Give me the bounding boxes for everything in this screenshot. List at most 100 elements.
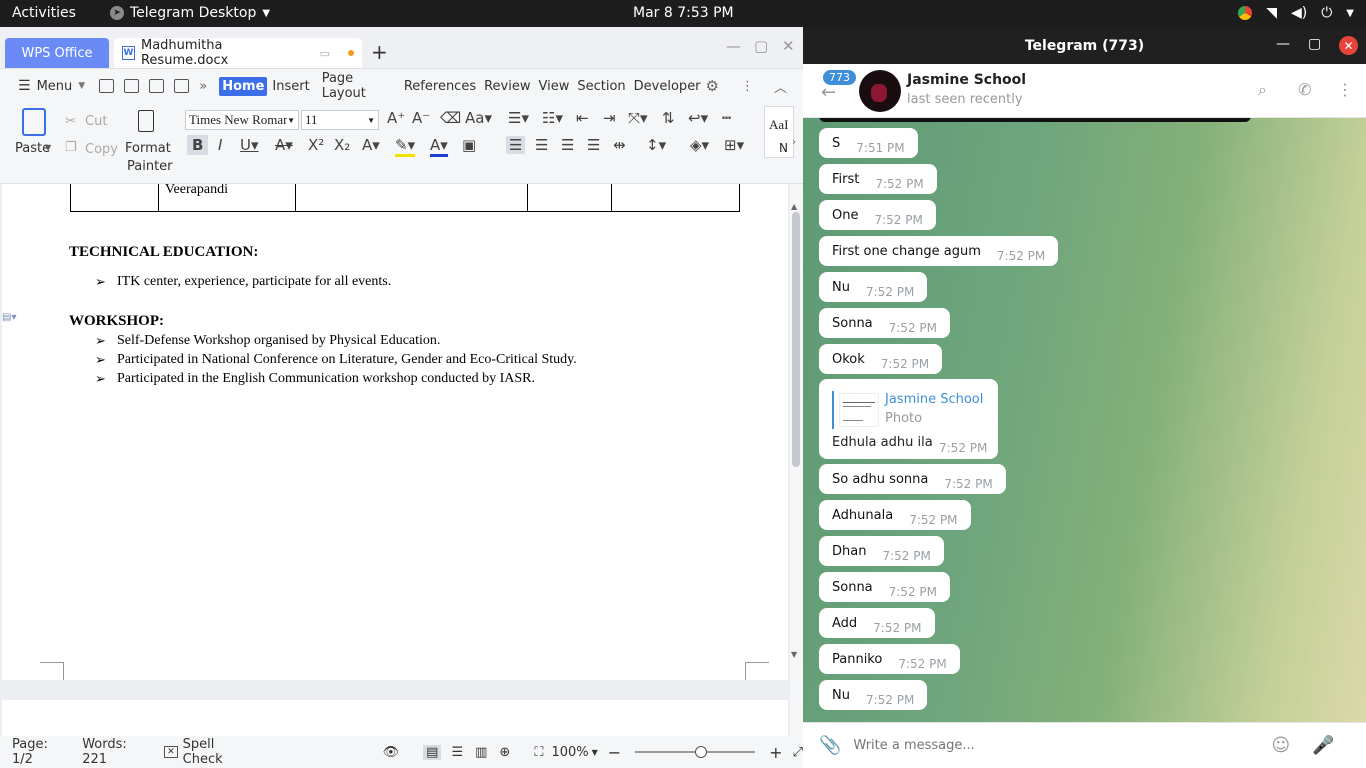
wps-office-tab[interactable]: WPS Office [5, 38, 109, 68]
font-family-select[interactable]: Times New Roman ▼ [185, 110, 299, 130]
open-folder-icon[interactable] [99, 79, 115, 93]
asian-layout-icon[interactable]: ⤧▾ [628, 109, 648, 127]
message-bubble[interactable]: Dhan 7:52 PM [819, 536, 944, 566]
eye-icon[interactable]: 👁 [383, 745, 400, 760]
ribbon-scroll-right-icon[interactable]: › [792, 137, 796, 148]
more-tools-icon[interactable]: » [199, 79, 207, 94]
shrink-font-icon[interactable]: A⁻ [412, 109, 430, 127]
strikethrough-button[interactable]: A▾ [275, 136, 293, 154]
microphone-icon[interactable]: 🎤 [1312, 735, 1334, 756]
message-bubble[interactable]: First one change agum 7:52 PM [819, 236, 1059, 266]
emoji-icon[interactable]: ☺ [1271, 735, 1290, 756]
avatar[interactable] [859, 70, 901, 112]
message-bubble[interactable]: Adhunala 7:52 PM [819, 500, 971, 530]
document-tab[interactable]: W Madhumitha Resume.docx ▭ [114, 38, 362, 68]
settings-icon[interactable]: ⚙ [706, 77, 719, 95]
zoom-out-button[interactable]: − [608, 743, 621, 762]
fullscreen-icon[interactable]: ⤢ [793, 745, 803, 760]
web-view-icon[interactable]: ⊕ [499, 745, 510, 760]
zoom-slider-knob[interactable] [695, 746, 708, 758]
text-direction-icon[interactable]: ↩▾ [688, 109, 708, 127]
close-icon[interactable]: ✕ [782, 37, 795, 55]
zoom-slider[interactable] [635, 746, 756, 758]
message-bubble[interactable]: Sonna 7:52 PM [819, 308, 951, 338]
close-icon[interactable]: ✕ [1339, 36, 1358, 55]
message-bubble[interactable]: Nu 7:52 PM [819, 680, 928, 710]
shading-button[interactable]: ◈▾ [690, 136, 709, 154]
spell-check-button[interactable]: Spell Check [183, 737, 253, 767]
page-view-icon[interactable]: ▤ [423, 744, 442, 760]
minimize-icon[interactable]: — [1276, 36, 1290, 52]
back-arrow-icon[interactable]: ← [821, 82, 836, 103]
align-right-button[interactable]: ☰ [561, 136, 574, 154]
format-painter-icon[interactable] [138, 110, 154, 132]
line-spacing-button[interactable]: ↕▾ [646, 136, 666, 154]
italic-button[interactable]: I [218, 136, 222, 154]
more-vertical-icon[interactable]: ⋮ [1337, 80, 1353, 99]
document-canvas[interactable]: Veerapandi TECHNICAL EDUCATION: ➢ ITK ce… [0, 184, 790, 746]
tab-references[interactable]: References [401, 77, 479, 96]
clock[interactable]: Mar 8 7:53 PM [633, 5, 734, 21]
page-indicator[interactable]: Page: 1/2 [12, 737, 68, 767]
message-bubble[interactable]: Panniko 7:52 PM [819, 644, 960, 674]
change-case-icon[interactable]: Aa▾ [465, 109, 492, 127]
tab-section[interactable]: Section [574, 77, 628, 96]
hamburger-icon[interactable]: ☰ [18, 78, 31, 94]
maximize-icon[interactable]: ▢ [1308, 36, 1321, 52]
chat-history[interactable]: S 7:51 PM First 7:52 PM One 7:52 PM First o… [803, 118, 1366, 722]
phone-icon[interactable]: ✆ [1298, 80, 1311, 99]
styles-gallery[interactable]: AaI N [764, 106, 794, 158]
minimize-icon[interactable]: — [726, 37, 741, 55]
tab-view[interactable]: View [536, 77, 573, 96]
outline-view-icon[interactable]: ☰ [451, 745, 463, 760]
distributed-button[interactable]: ⇹ [613, 136, 626, 154]
message-bubble[interactable]: So adhu sonna 7:52 PM [819, 464, 1006, 494]
zoom-level[interactable]: 100% [551, 745, 588, 760]
justify-button[interactable]: ☰ [587, 136, 600, 154]
search-icon[interactable]: ⌕ [1258, 80, 1267, 100]
document-page[interactable]: Veerapandi TECHNICAL EDUCATION: ➢ ITK ce… [2, 184, 788, 680]
maximize-icon[interactable]: ▢ [754, 37, 768, 55]
numbered-list-icon[interactable]: ☷▾ [542, 109, 563, 127]
new-tab-button[interactable]: + [371, 40, 388, 64]
system-tray[interactable]: ◥ ◀) ⏻ ▼ [1238, 5, 1354, 21]
format-painter-label-1[interactable]: Format [125, 141, 171, 156]
reply-message-bubble[interactable]: Jasmine School Photo Edhula adhu ila 7:5… [819, 379, 998, 459]
tab-review[interactable]: Review [481, 77, 533, 96]
message-bubble[interactable]: One 7:52 PM [819, 200, 936, 230]
message-bubble[interactable]: Add 7:52 PM [819, 608, 935, 638]
message-bubble[interactable]: Nu 7:52 PM [819, 272, 928, 302]
contact-name[interactable]: Jasmine School [907, 72, 1026, 88]
save-icon[interactable] [124, 79, 140, 93]
borders-button[interactable]: ⊞▾ [724, 136, 744, 154]
zoom-in-button[interactable]: + [769, 743, 782, 762]
font-size-select[interactable]: 11 ▼ [301, 110, 379, 130]
vertical-scroll-thumb[interactable] [792, 212, 800, 467]
export-pdf-icon[interactable] [149, 79, 165, 93]
format-painter-label-2[interactable]: Painter [127, 159, 173, 174]
copy-button[interactable]: Copy [85, 142, 118, 157]
highlight-button[interactable]: ✎▾ [395, 136, 416, 157]
align-left-button[interactable]: ☰ [506, 136, 526, 154]
char-border-button[interactable]: ▣ [462, 136, 476, 154]
text-effect-button[interactable]: A▾ [362, 136, 380, 154]
message-bubble[interactable]: First 7:52 PM [819, 164, 937, 194]
increase-indent-icon[interactable]: ⇥ [603, 109, 616, 127]
decrease-indent-icon[interactable]: ⇤ [576, 109, 589, 127]
attach-icon[interactable]: 📎 [819, 735, 841, 756]
previous-media-bubble[interactable] [819, 118, 1251, 122]
message-input[interactable] [853, 738, 1254, 753]
fit-page-icon[interactable]: ⛶ [534, 745, 543, 760]
grow-font-icon[interactable]: A⁺ [387, 109, 405, 127]
paste-icon[interactable] [22, 108, 46, 136]
paragraph-marker-icon[interactable]: ▤▾ [2, 312, 16, 323]
clear-format-icon[interactable]: ⌫ [440, 109, 461, 127]
reply-photo-thumbnail[interactable] [839, 393, 879, 427]
align-center-button[interactable]: ☰ [535, 136, 548, 154]
subscript-button[interactable]: X₂ [334, 136, 350, 154]
menu-button[interactable]: Menu [37, 79, 73, 94]
activities-button[interactable]: Activities [12, 5, 76, 21]
message-bubble[interactable]: Sonna 7:52 PM [819, 572, 951, 602]
bold-button[interactable]: B [187, 135, 209, 155]
message-bubble[interactable]: S 7:51 PM [819, 128, 918, 158]
